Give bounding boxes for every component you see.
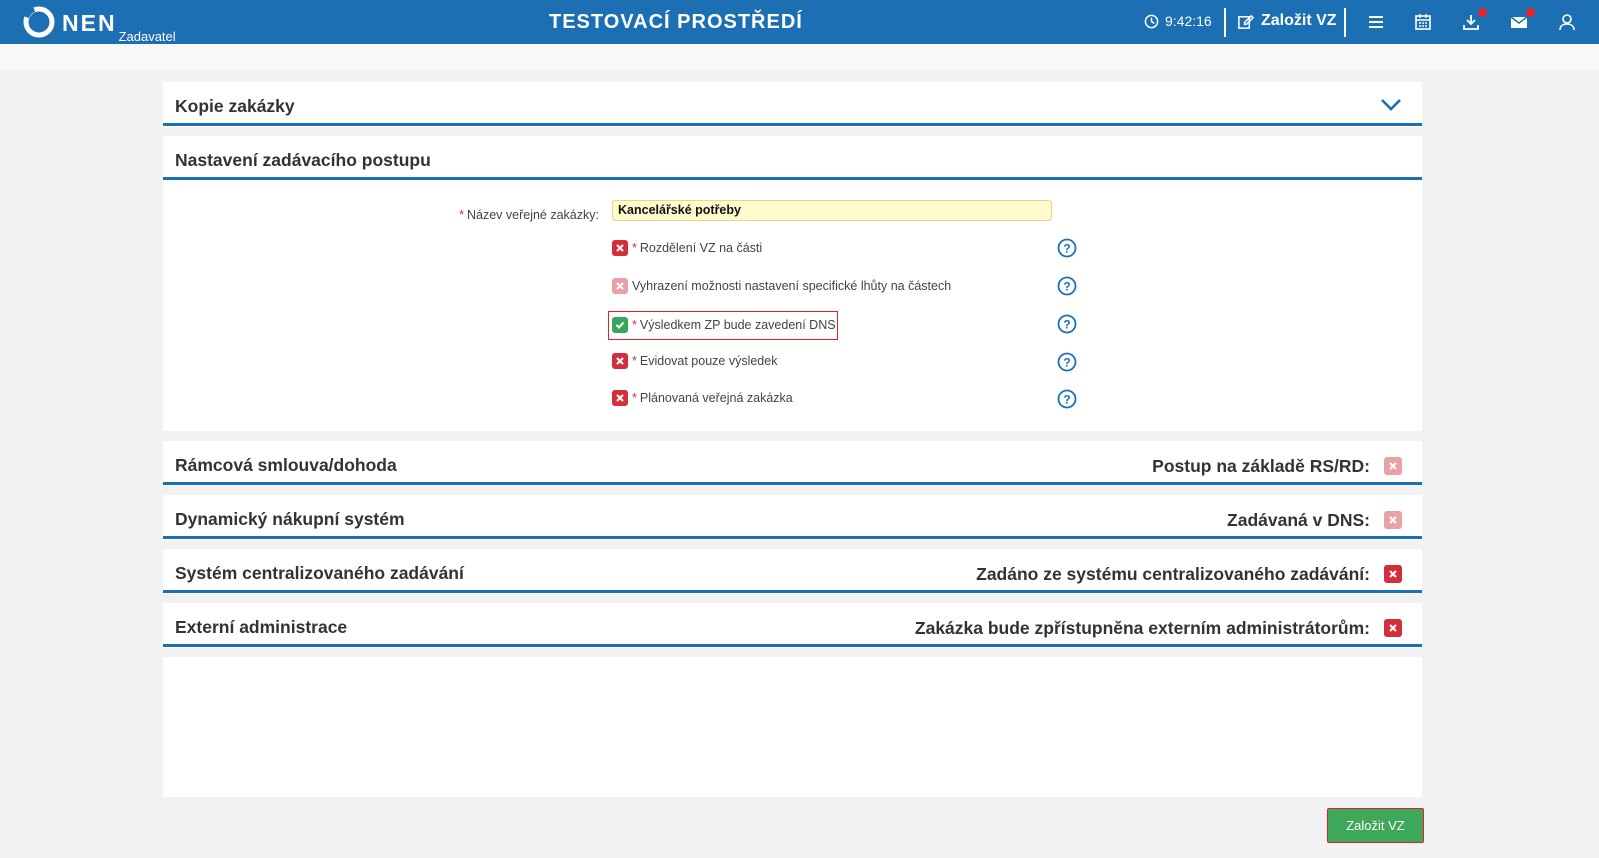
create-vz-top-label: Založit VZ	[1261, 12, 1337, 29]
brand-subtitle: Zadavatel	[118, 29, 176, 44]
contract-name-label: * Název veřejné zakázky:	[459, 208, 599, 222]
header-separator	[1224, 8, 1226, 37]
svg-text:?: ?	[1063, 318, 1070, 332]
unchecked-x-icon[interactable]	[1384, 565, 1402, 583]
option-row: Vyhrazení možnosti nastavení specifické …	[612, 276, 951, 296]
user-icon	[1559, 14, 1575, 31]
framework-panel-header: Rámcová smlouva/dohoda Postup na základě…	[163, 441, 1422, 485]
option-label: Výsledkem ZP bude zavedení DNS	[639, 318, 836, 332]
edit-icon	[1238, 14, 1254, 29]
header-separator	[1344, 8, 1346, 37]
option-label: Plánovaná veřejná zakázka	[639, 391, 793, 405]
external-right-label: Zakázka bude zpřístupněna externím admin…	[914, 618, 1370, 638]
top-bar: NEN Zadavatel TESTOVACÍ PROSTŘEDÍ 9:42:1…	[0, 0, 1599, 44]
svg-text:?: ?	[1063, 242, 1070, 256]
disabled-x-icon	[612, 278, 628, 294]
central-panel-header: Systém centralizovaného zadávání Zadáno …	[163, 549, 1422, 593]
external-panel-header: Externí administrace Zakázka bude zpříst…	[163, 603, 1422, 647]
contract-name-field[interactable]: Kancelářské potřeby	[612, 200, 1052, 221]
central-right-label: Zadáno ze systému centralizovaného zadáv…	[976, 564, 1370, 584]
settings-panel-header: Nastavení zadávacího postupu	[163, 136, 1422, 180]
dns-panel-title: Dynamický nákupní systém	[175, 509, 405, 529]
required-marker: *	[632, 241, 637, 255]
settings-panel: Nastavení zadávacího postupu * Název veře…	[163, 136, 1422, 431]
calendar-button[interactable]	[1413, 12, 1433, 32]
option-label: Vyhrazení možnosti nastavení specifické …	[632, 279, 952, 293]
help-icon[interactable]: ?	[1057, 276, 1077, 296]
central-panel-title: Systém centralizovaného zadávání	[175, 563, 464, 583]
create-vz-button[interactable]: Založit VZ	[1327, 808, 1424, 843]
svg-text:?: ?	[1063, 280, 1070, 294]
empty-panel	[163, 657, 1422, 797]
option-row[interactable]: * Plánovaná veřejná zakázka	[612, 388, 793, 408]
menu-icon	[1369, 16, 1383, 28]
copy-panel-title: Kopie zakázky	[175, 96, 295, 116]
unchecked-x-icon[interactable]	[612, 240, 628, 256]
calendar-icon	[1415, 14, 1431, 30]
help-icon[interactable]: ?	[1057, 314, 1077, 334]
svg-text:?: ?	[1063, 393, 1070, 407]
dns-panel: Dynamický nákupní systém Zadávaná v DNS:	[163, 495, 1422, 540]
required-marker: *	[459, 208, 464, 222]
sub-bar	[0, 44, 1599, 70]
logo-ring-icon	[23, 6, 55, 38]
settings-panel-title: Nastavení zadávacího postupu	[175, 150, 431, 170]
option-row[interactable]: * Rozdělení VZ na části	[612, 238, 762, 258]
required-marker: *	[632, 318, 637, 332]
download-button[interactable]	[1461, 8, 1487, 32]
external-panel: Externí administrace Zakázka bude zpříst…	[163, 603, 1422, 648]
clock-icon	[1144, 14, 1159, 28]
dns-panel-header: Dynamický nákupní systém Zadávaná v DNS:	[163, 495, 1422, 539]
messages-button[interactable]	[1509, 8, 1535, 32]
help-icon[interactable]: ?	[1057, 389, 1077, 409]
option-label: Evidovat pouze výsledek	[639, 354, 778, 368]
framework-panel-title: Rámcová smlouva/dohoda	[175, 455, 397, 475]
timer-value: 9:42:16	[1165, 13, 1212, 29]
chevron-down-icon[interactable]	[1380, 98, 1402, 112]
user-button[interactable]	[1557, 12, 1577, 32]
option-row[interactable]: * Výsledkem ZP bude zavedení DNS	[612, 315, 836, 335]
copy-panel-header[interactable]: Kopie zakázky	[163, 82, 1422, 126]
required-marker: *	[632, 391, 637, 405]
external-panel-title: Externí administrace	[175, 617, 348, 637]
option-row[interactable]: * Evidovat pouze výsledek	[612, 351, 777, 371]
environment-title: TESTOVACÍ PROSTŘEDÍ	[549, 11, 803, 33]
create-vz-top-button[interactable]: Založit VZ	[1237, 12, 1337, 30]
brand-name: NEN	[62, 10, 117, 36]
contract-name-label-text: Název veřejné zakázky:	[466, 208, 599, 222]
svg-text:?: ?	[1063, 356, 1070, 370]
nen-logo[interactable]: NEN Zadavatel	[22, 5, 176, 44]
required-marker: *	[632, 354, 637, 368]
disabled-x-icon	[1384, 511, 1402, 529]
notification-dot	[1478, 8, 1487, 17]
help-icon[interactable]: ?	[1057, 352, 1077, 372]
unchecked-x-icon[interactable]	[612, 353, 628, 369]
copy-panel: Kopie zakázky	[163, 82, 1422, 127]
unchecked-x-icon[interactable]	[612, 390, 628, 406]
framework-panel: Rámcová smlouva/dohoda Postup na základě…	[163, 441, 1422, 486]
option-label: Rozdělení VZ na části	[639, 241, 763, 255]
unchecked-x-icon[interactable]	[1384, 619, 1402, 637]
checked-icon[interactable]	[612, 317, 628, 333]
central-panel: Systém centralizovaného zadávání Zadáno …	[163, 549, 1422, 594]
notification-dot	[1526, 8, 1535, 17]
framework-right-label: Postup na základě RS/RD:	[1152, 456, 1370, 476]
dns-right-label: Zadávaná v DNS:	[1227, 510, 1370, 530]
session-timer: 9:42:16	[1144, 13, 1212, 29]
help-icon[interactable]: ?	[1057, 238, 1077, 258]
menu-button[interactable]	[1366, 12, 1386, 32]
disabled-x-icon	[1384, 457, 1402, 475]
